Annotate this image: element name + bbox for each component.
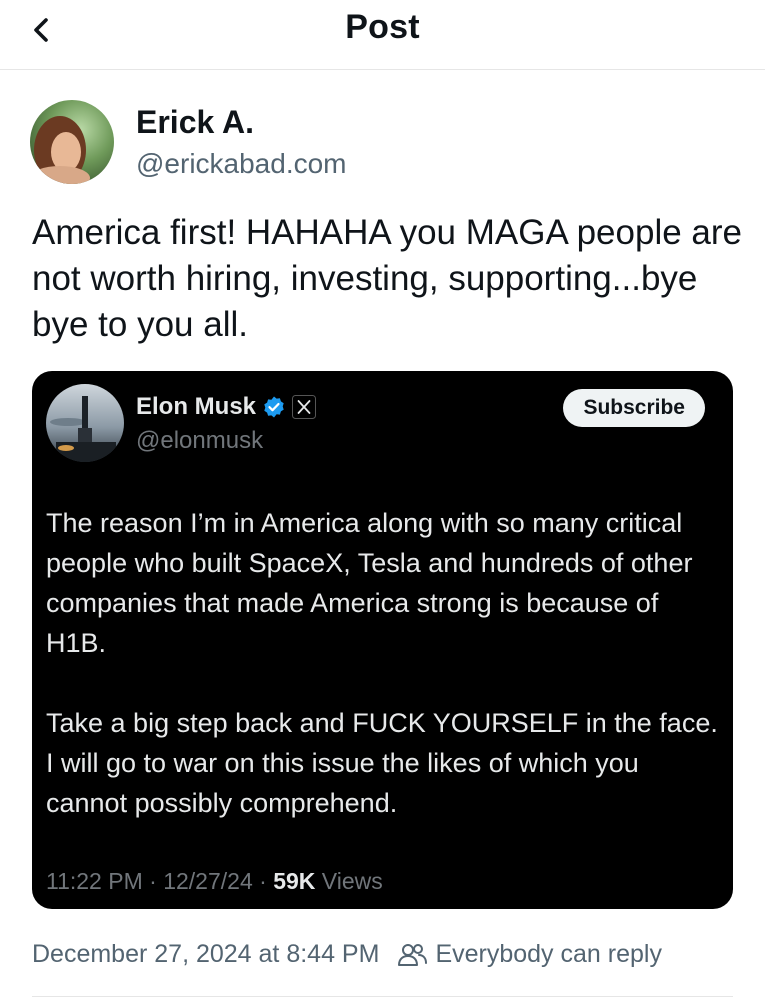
post-date: December 27, 2024 at 8:44 PM: [32, 940, 380, 968]
x-logo-icon: [292, 395, 317, 419]
views-label: Views: [321, 868, 383, 894]
header: Post: [0, 0, 765, 70]
page-title: Post: [345, 8, 420, 46]
subscribe-button[interactable]: Subscribe: [563, 389, 705, 427]
quoted-post-meta: 11:22 PM · 12/27/24 · 59K Views: [46, 868, 383, 895]
quoted-post-text: The reason I’m in America along with so …: [46, 503, 721, 863]
quoted-paragraph-2: Take a big step back and FUCK YOURSELF i…: [46, 708, 718, 818]
views-count: 59K: [273, 868, 316, 894]
quoted-post-card[interactable]: Elon Musk @elonmusk Subscribe The reason…: [32, 371, 733, 909]
quoted-author-avatar[interactable]: [46, 384, 124, 462]
quoted-date: 12/27/24: [163, 868, 253, 894]
post-text: America first! HAHAHA you MAGA people ar…: [32, 213, 742, 344]
meta-separator: ·: [259, 868, 267, 894]
quoted-time: 11:22 PM: [46, 868, 143, 894]
author-handle[interactable]: @erickabad.com: [136, 148, 347, 180]
quoted-author-name[interactable]: Elon Musk: [136, 393, 256, 421]
verified-badge-icon: [264, 396, 284, 418]
meta-separator: ·: [149, 868, 157, 894]
quoted-author-row: Elon Musk: [136, 393, 317, 421]
author-avatar[interactable]: [30, 100, 114, 184]
author-name[interactable]: Erick A.: [136, 104, 254, 141]
quoted-author-handle[interactable]: @elonmusk: [136, 427, 263, 455]
people-icon: [398, 943, 428, 966]
divider: [32, 996, 733, 997]
post-meta: December 27, 2024 at 8:44 PM Everybody c…: [32, 940, 662, 969]
quoted-paragraph-1: The reason I’m in America along with so …: [46, 508, 693, 658]
reply-setting[interactable]: Everybody can reply: [435, 940, 662, 969]
